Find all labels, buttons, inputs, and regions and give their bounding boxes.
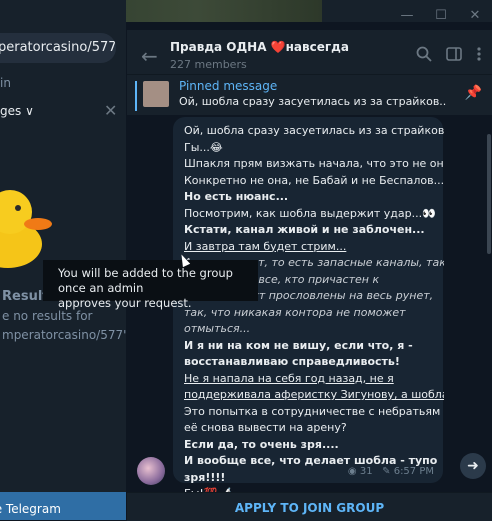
tooltip: You will be added to the group once an a…: [43, 260, 258, 310]
apply-to-join-button[interactable]: APPLY TO JOIN GROUP: [127, 501, 492, 515]
join-bar: APPLY TO JOIN GROUP: [127, 492, 492, 521]
message-line: Не я напала на себя год назад, не я: [184, 371, 394, 385]
chat-title[interactable]: Правда ОДНА ❤️навсегда: [170, 40, 349, 54]
message-line: Шпакля прям визжать начала, что это не о…: [184, 157, 444, 170]
minimize-button[interactable]: —: [390, 8, 424, 23]
duck-icon: [0, 190, 52, 268]
sidebar-toggle-icon[interactable]: [446, 46, 462, 62]
filter-label: ges: [0, 104, 22, 118]
message-meta: ◉ 31 ✎ 6:57 PM: [348, 466, 434, 477]
message-line: Если да, то очень зря....: [184, 437, 339, 451]
message-line: И завтра там будет стрим...: [184, 239, 347, 253]
pinned-title: Pinned message: [179, 79, 278, 93]
tooltip-line: You will be added to the group once an a…: [58, 266, 233, 295]
message-line: поддерживала аферистку Зигунову, а шобла…: [184, 388, 444, 401]
message-line: Это попытка в сотрудничестве с небратьям…: [184, 404, 444, 418]
chevron-down-icon: ∨: [25, 104, 34, 118]
close-window-button[interactable]: ✕: [458, 8, 492, 23]
tooltip-line: approves your request.: [58, 296, 192, 310]
back-arrow-icon[interactable]: ←: [141, 44, 158, 68]
search-input[interactable]: peratоrcаsinо/577: [0, 33, 116, 63]
message-time: 6:57 PM: [393, 466, 434, 477]
message-line: Конкретно не она, не Бабай и не Беспалов…: [184, 173, 444, 187]
message-line: Посмотрим, как шобла выдержит удар...👀: [184, 206, 436, 220]
close-icon[interactable]: ✕: [104, 101, 117, 120]
message-line: отмыться...: [184, 322, 251, 335]
view-count: 31: [359, 466, 373, 477]
maximize-button[interactable]: ☐: [424, 8, 458, 23]
message-line: Ой, шобла сразу засуетилась из за страйк…: [184, 124, 444, 137]
no-results-text: e no results for mperatorcasino/577".: [2, 307, 126, 345]
share-icon[interactable]: ➜: [460, 453, 486, 479]
message-line: Гы...😂: [184, 140, 223, 154]
message-text: Ой, шобла сразу засуетилась из за страйк…: [184, 123, 444, 503]
message-line: восстанавливаю справедливость!: [184, 355, 400, 368]
member-count: 227 members: [170, 58, 247, 71]
search-scope-label: in: [0, 76, 11, 90]
more-options-icon[interactable]: [476, 46, 482, 62]
pinned-indicator: [135, 81, 137, 111]
pinned-message-bar[interactable]: Pinned message Ой, шобла сразу засуетила…: [127, 74, 492, 115]
no-results-line: mperatorcasino/577".: [2, 328, 126, 342]
pinned-thumbnail: [143, 81, 169, 107]
pin-icon: ✎: [382, 466, 391, 477]
avatar[interactable]: [137, 457, 165, 485]
search-icon[interactable]: [416, 46, 432, 62]
pin-list-icon[interactable]: 📌: [465, 85, 482, 101]
header-actions: [416, 46, 482, 62]
pinned-text: Ой, шобла сразу засуетилась из за страйк…: [179, 95, 447, 108]
message-line: И я ни на ком не вишу, если что, я -: [184, 338, 413, 352]
scrollbar[interactable]: [487, 134, 491, 254]
eye-icon: ◉: [347, 466, 357, 477]
message-line: Но есть нюанс...: [184, 190, 289, 203]
message-line: Кстати, канал живой и не заблочен...: [184, 223, 425, 236]
update-telegram-button[interactable]: te Telegram: [0, 492, 126, 520]
message-line: её снова вывести на арену?: [184, 421, 347, 434]
filter-dropdown[interactable]: ges ∨: [0, 104, 34, 118]
